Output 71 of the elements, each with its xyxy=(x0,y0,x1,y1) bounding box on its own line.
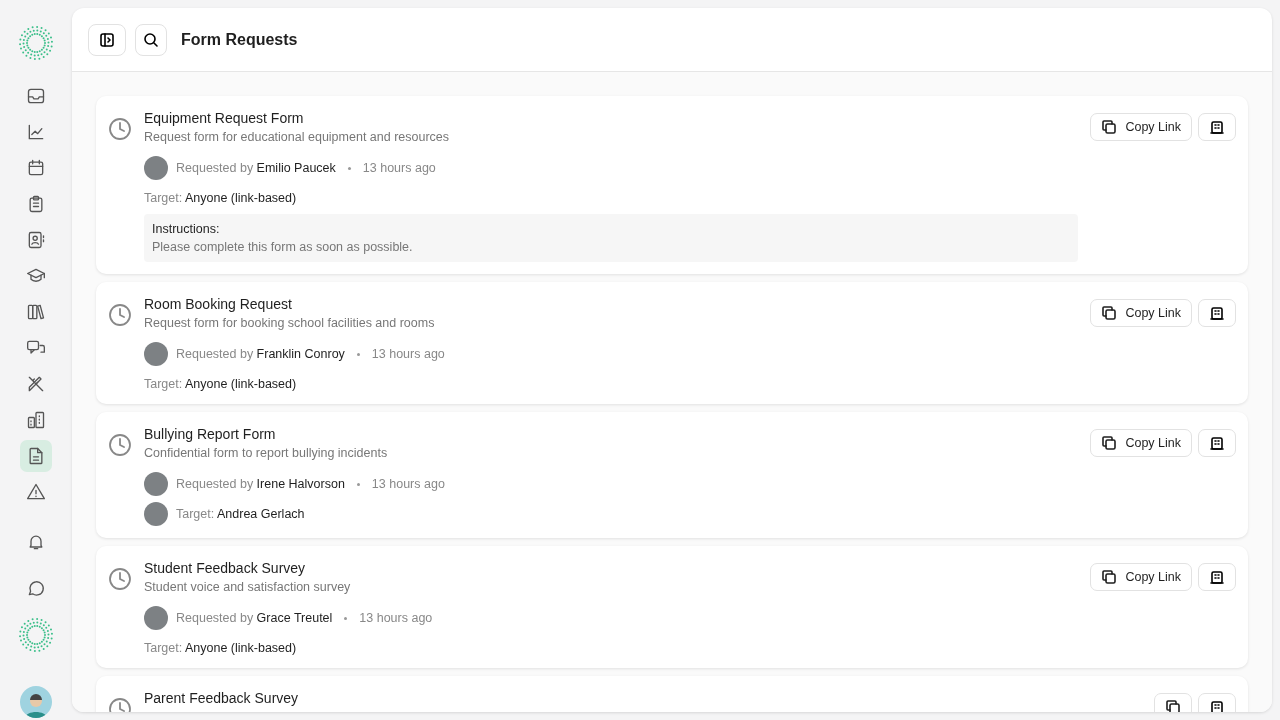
clock-icon xyxy=(108,117,132,141)
logo-icon xyxy=(19,618,53,652)
building-button[interactable] xyxy=(1198,299,1236,327)
clock-icon xyxy=(108,567,132,591)
logo-icon xyxy=(19,26,53,60)
requested-by-text: Requested by Emilio Paucek xyxy=(176,161,336,175)
building-icon xyxy=(1209,119,1225,135)
avatar-placeholder xyxy=(144,342,168,366)
clock-icon xyxy=(108,433,132,457)
form-description: Confidential form to report bullying incidents xyxy=(144,445,389,462)
form-title: Student Feedback Survey xyxy=(144,559,307,577)
sidebar-toggle-button[interactable] xyxy=(88,23,126,56)
separator-dot xyxy=(356,482,360,486)
copy-icon xyxy=(1165,699,1181,712)
timestamp: 13 hours ago xyxy=(371,477,445,491)
separator-dot xyxy=(344,616,348,620)
separator-dot xyxy=(347,166,351,170)
sidebar-item[interactable] xyxy=(20,440,52,472)
target-text: Target: Anyone (link-based) xyxy=(144,641,297,655)
form-description: Request form for educational equipment and resources xyxy=(144,129,451,146)
form-description: Student voice and satisfaction survey xyxy=(144,579,352,596)
inbox-icon xyxy=(26,86,46,106)
form-description: Request form for booking school facilities and rooms xyxy=(144,315,436,332)
page-title: Form Requests xyxy=(181,30,298,49)
copy-icon xyxy=(1101,119,1118,135)
avatar-placeholder xyxy=(144,156,168,180)
copy-icon xyxy=(1101,305,1118,321)
target-text: Target: Andrea Gerlach xyxy=(176,507,305,521)
building-icon xyxy=(1209,435,1225,451)
requested-by-text: Requested by Irene Halvorson xyxy=(176,477,345,491)
requested-by-text: Requested by Franklin Conroy xyxy=(176,347,345,361)
avatar-placeholder xyxy=(144,606,168,630)
search-icon xyxy=(143,31,159,48)
calendar-icon xyxy=(26,158,46,178)
contact-book-icon xyxy=(26,230,46,250)
building-icon xyxy=(1209,699,1225,712)
target-text: Target: Anyone (link-based) xyxy=(144,377,297,391)
building-icon xyxy=(1209,305,1225,321)
building-button[interactable] xyxy=(1198,429,1236,457)
copy-link-button[interactable]: Copy Link xyxy=(1090,113,1192,141)
requested-by-text: Requested by Grace Treutel xyxy=(176,611,333,625)
timestamp: 13 hours ago xyxy=(371,347,445,361)
separator-dot xyxy=(356,352,360,356)
copy-link-button[interactable]: Copy Link xyxy=(1090,429,1192,457)
clock-icon xyxy=(108,303,132,327)
chat-bubble-icon xyxy=(26,578,46,598)
form-title: Bullying Report Form xyxy=(144,425,277,443)
building-button[interactable] xyxy=(1198,113,1236,141)
copy-link-button[interactable]: Copy Link xyxy=(1090,563,1192,591)
avatar-placeholder xyxy=(144,472,168,496)
user-avatar[interactable] xyxy=(20,686,52,718)
building-icon xyxy=(1209,569,1225,585)
instructions-label: Instructions: xyxy=(152,222,221,236)
pencil-ruler-icon xyxy=(26,374,46,394)
form-title: Room Booking Request xyxy=(144,295,293,313)
copy-link-button[interactable]: Copy Link xyxy=(1090,299,1192,327)
form-title: Parent Feedback Survey xyxy=(144,689,300,707)
copy-icon xyxy=(1101,435,1118,451)
target-text: Target: Anyone (link-based) xyxy=(144,191,297,205)
building-button[interactable] xyxy=(1198,563,1236,591)
form-title: Equipment Request Form xyxy=(144,109,305,127)
sidebar-panel-icon xyxy=(99,31,115,48)
warning-icon xyxy=(26,482,46,502)
books-icon xyxy=(26,302,46,322)
instructions-text: Please complete this form as soon as possible. xyxy=(152,240,414,254)
timestamp: 13 hours ago xyxy=(359,611,433,625)
timestamp: 13 hours ago xyxy=(362,161,436,175)
line-chart-icon xyxy=(26,122,46,142)
buildings-icon xyxy=(26,410,46,430)
search-button[interactable] xyxy=(135,23,167,56)
copy-icon xyxy=(1101,569,1118,585)
